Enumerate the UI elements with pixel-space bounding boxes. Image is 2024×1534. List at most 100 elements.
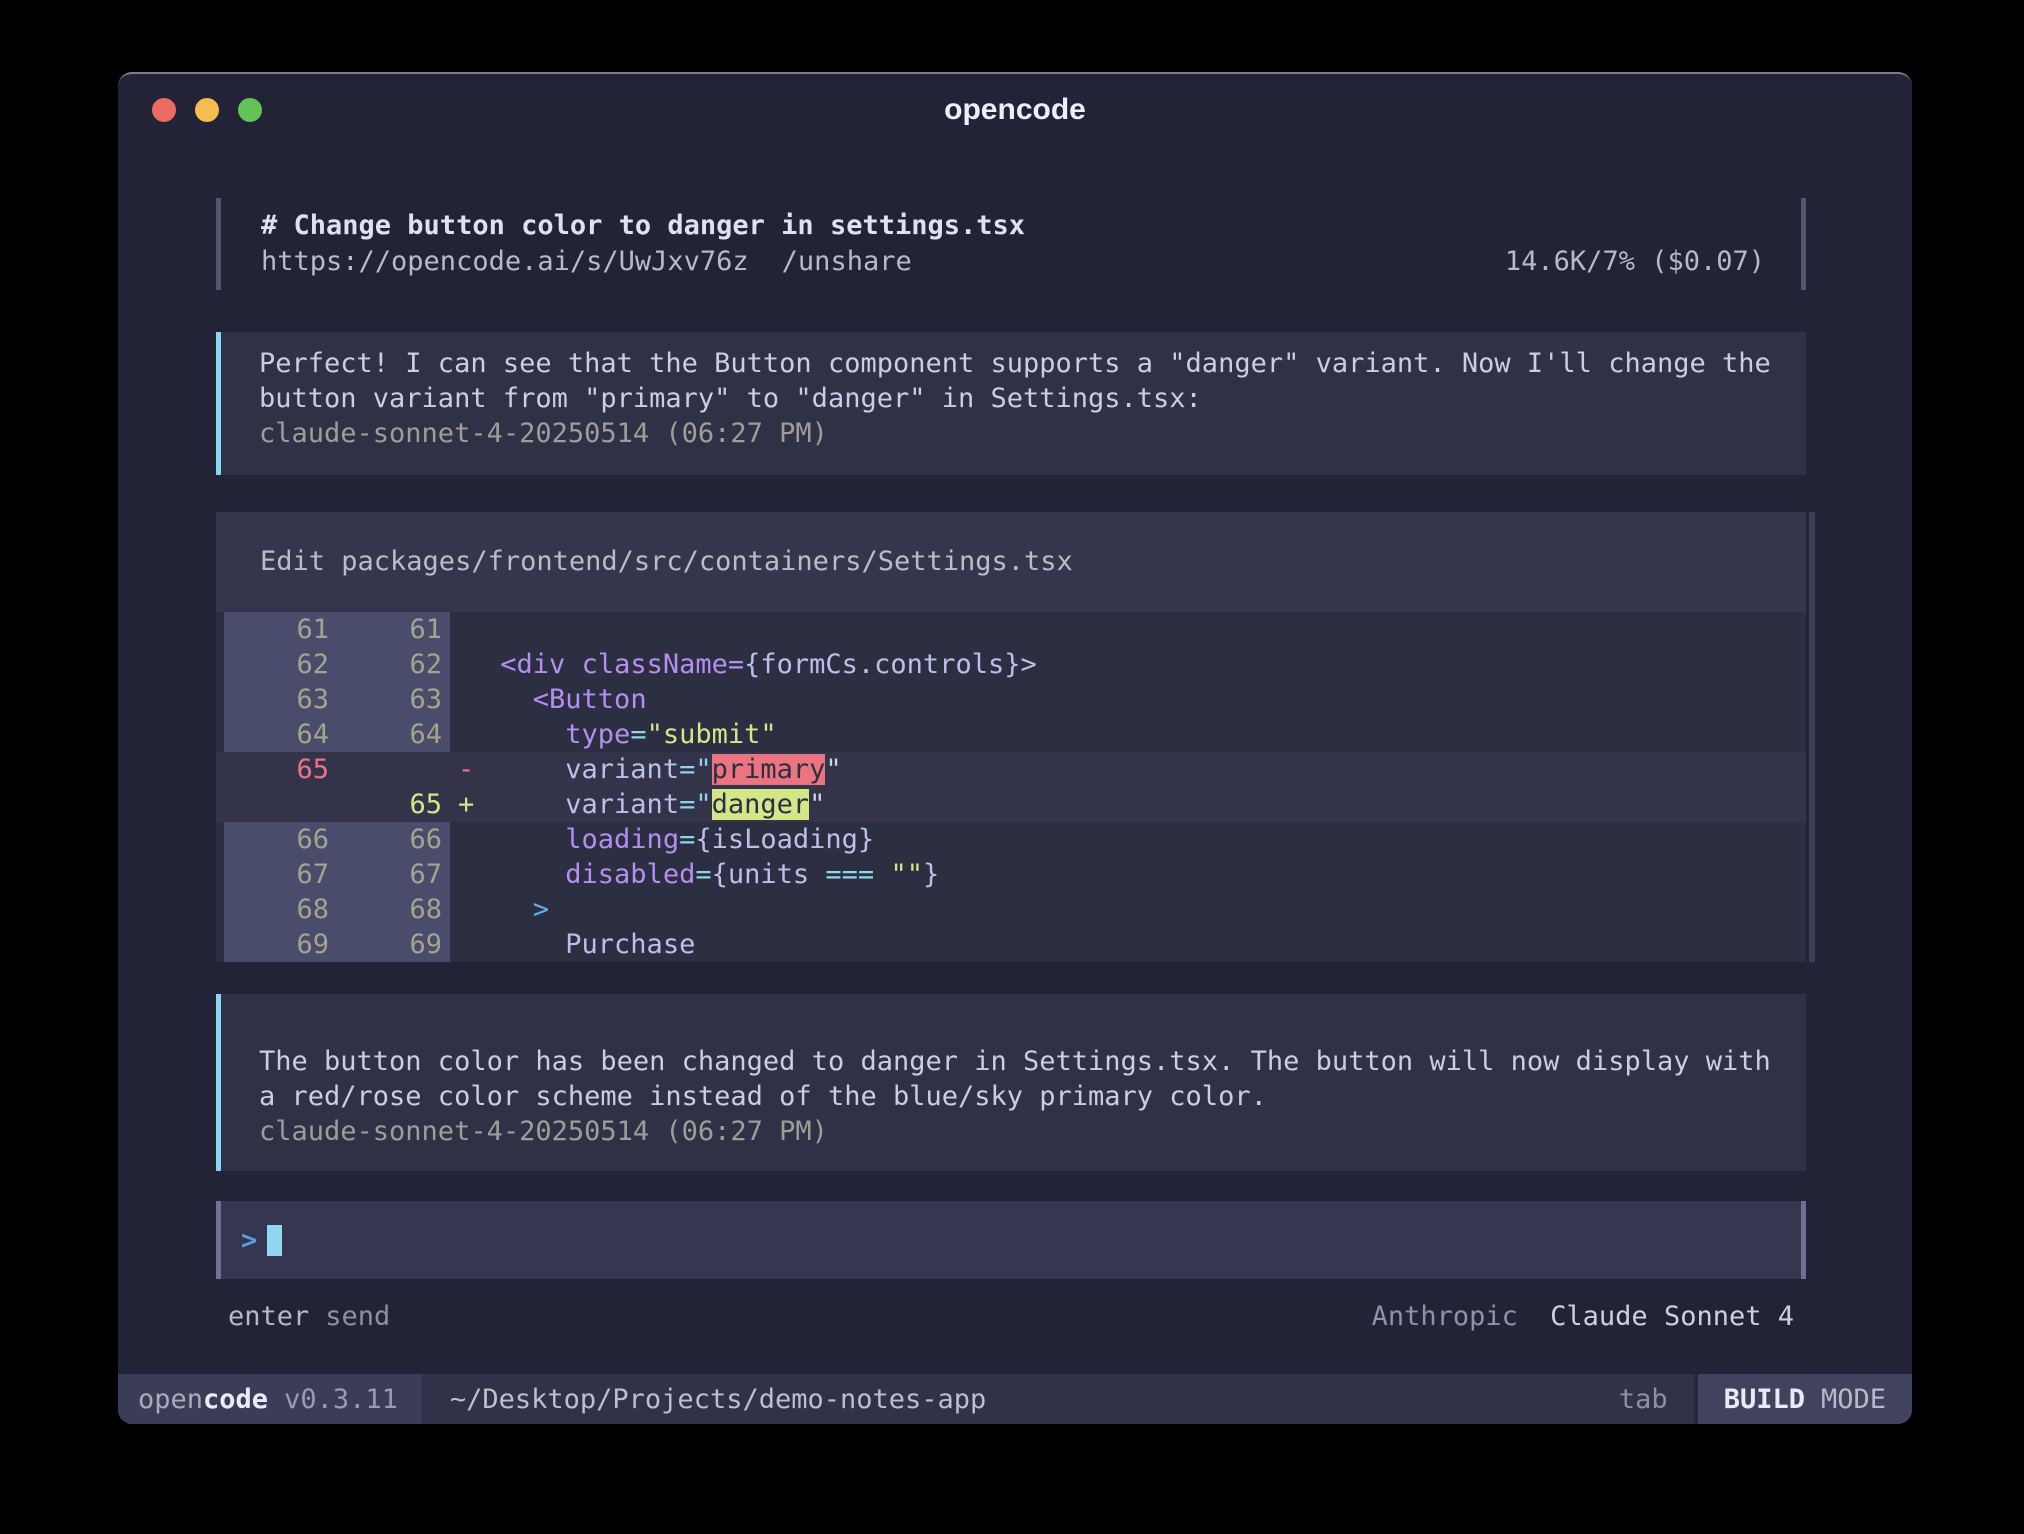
window-title: opencode	[944, 93, 1086, 127]
diff-row: 65 - variant="primary"	[216, 752, 1806, 787]
code-token	[484, 649, 500, 680]
code-line: variant="primary"	[484, 752, 1806, 787]
code-token	[484, 719, 565, 750]
mode-name: BUILD	[1724, 1384, 1805, 1415]
build-mode-toggle[interactable]: BUILD MODE	[1694, 1374, 1912, 1424]
new-line-number: 69	[337, 927, 450, 962]
diff-row: 6868 >	[216, 892, 1806, 927]
session-content: # Change button color to danger in setti…	[118, 146, 1912, 1374]
new-line-number: 66	[337, 822, 450, 857]
code-token: =	[630, 719, 646, 750]
code-token: variant	[565, 789, 679, 820]
code-token: {units	[712, 859, 826, 890]
session-subheader: https://opencode.ai/s/UwJxv76z /unshare …	[261, 244, 1765, 280]
message-text: Perfect! I can see that the Button compo…	[259, 346, 1792, 416]
diff-row: 6363 <Button	[216, 682, 1806, 717]
code-token	[484, 859, 565, 890]
working-directory: ~/Desktop/Projects/demo-notes-app	[450, 1384, 986, 1415]
diff-row: 6161	[216, 612, 1806, 647]
old-line-number: 63	[224, 682, 337, 717]
new-line-number: 67	[337, 857, 450, 892]
diff-row: 6969 Purchase	[216, 927, 1806, 962]
prompt-input[interactable]: >	[216, 1201, 1806, 1279]
diff-view: 61616262 <div className={formCs.controls…	[216, 612, 1806, 962]
code-token: className=	[582, 649, 745, 680]
code-token	[484, 754, 565, 785]
new-line-number: 65	[337, 787, 450, 822]
code-line: loading={isLoading}	[484, 822, 1806, 857]
message-model-timestamp: claude-sonnet-4-20250514 (06:27 PM)	[259, 416, 1792, 451]
diff-row: 6666 loading={isLoading}	[216, 822, 1806, 857]
message-text: The button color has been changed to dan…	[259, 1044, 1792, 1114]
unshare-command[interactable]: /unshare	[782, 244, 912, 280]
close-window-icon[interactable]	[152, 98, 176, 122]
assistant-message: The button color has been changed to dan…	[216, 994, 1806, 1171]
new-line-number: 62	[337, 647, 450, 682]
old-line-number: 68	[224, 892, 337, 927]
app-name-code: code	[203, 1384, 268, 1415]
code-token: primary	[712, 754, 826, 785]
code-token: {formCs.controls}>	[744, 649, 1037, 680]
new-line-number: 61	[337, 612, 450, 647]
code-token: }	[923, 859, 939, 890]
status-bar: opencode v0.3.11 ~/Desktop/Projects/demo…	[118, 1374, 1912, 1424]
diff-marker	[458, 927, 484, 962]
code-token: =	[679, 824, 695, 855]
send-action-hint: send	[325, 1299, 390, 1334]
diff-marker	[458, 682, 484, 717]
code-line: <Button	[484, 682, 1806, 717]
share-url-link[interactable]: https://opencode.ai/s/UwJxv76z	[261, 244, 749, 280]
enter-key-hint: enter	[228, 1299, 309, 1334]
diff-marker: +	[458, 787, 484, 822]
code-token: disabled	[565, 859, 695, 890]
message-model-timestamp: claude-sonnet-4-20250514 (06:27 PM)	[259, 1114, 1792, 1149]
code-token: ===	[825, 859, 874, 890]
code-token	[484, 684, 533, 715]
code-token: type	[565, 719, 630, 750]
app-version-pill: opencode v0.3.11	[118, 1374, 422, 1424]
provider-label: Anthropic	[1372, 1301, 1518, 1332]
diff-rows: 61616262 <div className={formCs.controls…	[216, 612, 1806, 962]
old-line-number: 61	[224, 612, 337, 647]
code-token: ="	[679, 754, 712, 785]
old-line-number: 65	[224, 752, 337, 787]
model-label: Claude Sonnet 4	[1550, 1301, 1794, 1332]
code-token: Purchase	[565, 929, 695, 960]
zoom-window-icon[interactable]	[238, 98, 262, 122]
token-cost-stats: 14.6K/7% ($0.07)	[1505, 244, 1765, 280]
diff-marker: -	[458, 752, 484, 787]
code-token: {isLoading}	[695, 824, 874, 855]
code-token	[484, 789, 565, 820]
code-token: <Button	[533, 684, 647, 715]
code-line: type="submit"	[484, 717, 1806, 752]
code-token: ="	[679, 789, 712, 820]
app-name-open: open	[138, 1384, 203, 1415]
old-line-number: 69	[224, 927, 337, 962]
code-token: <div	[500, 649, 565, 680]
prompt-symbol: >	[241, 1225, 257, 1256]
code-token: danger	[712, 789, 810, 820]
old-line-number: 66	[224, 822, 337, 857]
assistant-message: Perfect! I can see that the Button compo…	[216, 332, 1806, 475]
code-token: =	[695, 859, 711, 890]
session-title: # Change button color to danger in setti…	[261, 208, 1765, 244]
code-token: "submit"	[647, 719, 777, 750]
old-line-number: 64	[224, 717, 337, 752]
title-bar: opencode	[118, 74, 1912, 146]
diff-marker	[458, 717, 484, 752]
code-line: Purchase	[484, 927, 1806, 962]
tab-key-hint: tab	[1619, 1384, 1668, 1415]
text-cursor	[267, 1225, 282, 1256]
old-line-number: 67	[224, 857, 337, 892]
code-token: loading	[565, 824, 679, 855]
minimize-window-icon[interactable]	[195, 98, 219, 122]
diff-marker	[458, 612, 484, 647]
app-version: v0.3.11	[284, 1384, 398, 1415]
mode-suffix: MODE	[1821, 1384, 1886, 1415]
code-token	[484, 824, 565, 855]
session-header: # Change button color to danger in setti…	[216, 198, 1806, 290]
old-line-number	[224, 787, 337, 822]
model-indicator: Anthropic Claude Sonnet 4	[1372, 1299, 1794, 1334]
code-line	[484, 612, 1806, 647]
new-line-number: 64	[337, 717, 450, 752]
